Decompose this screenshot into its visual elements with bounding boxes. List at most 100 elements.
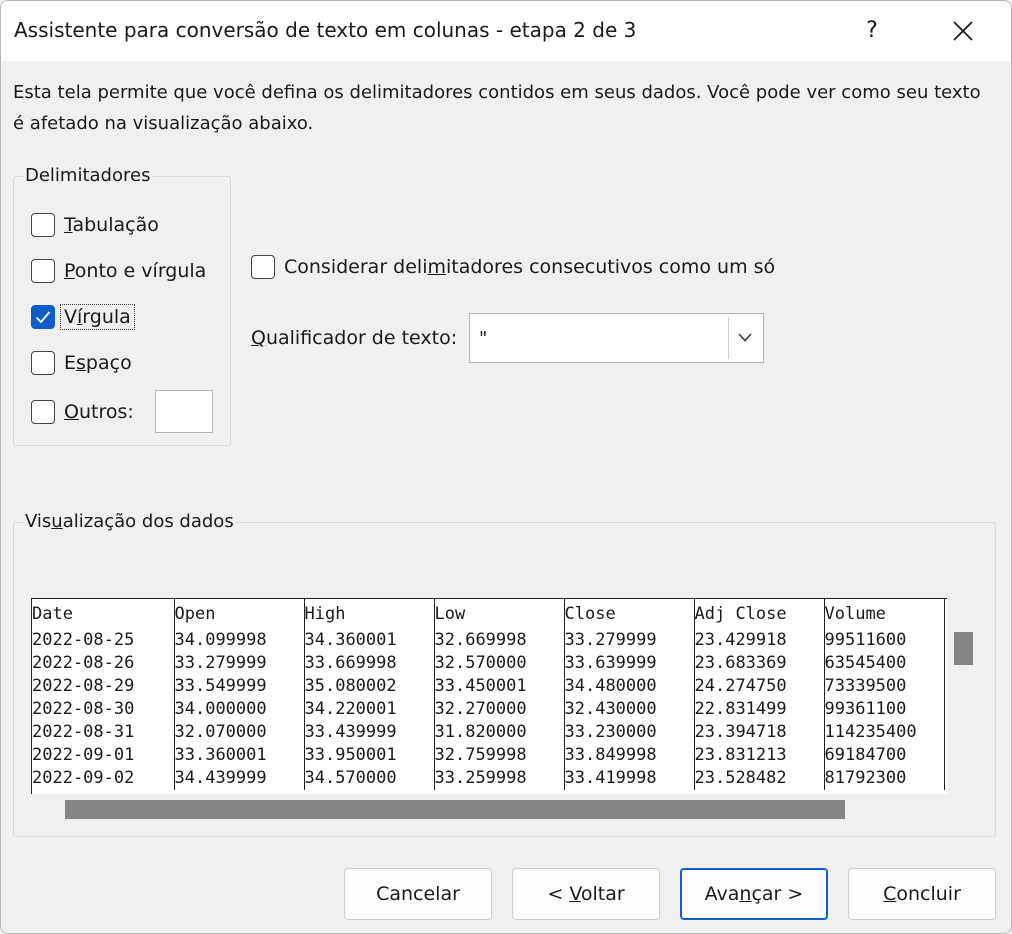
preview-cell[interactable]: 33.360001 bbox=[174, 744, 305, 767]
preview-cell[interactable]: 2022-09-01 bbox=[32, 744, 175, 767]
preview-cell[interactable]: 32.430000 bbox=[564, 698, 695, 721]
preview-cell[interactable]: 2022-08-26 bbox=[32, 652, 175, 675]
preview-cell[interactable]: Close bbox=[564, 599, 695, 629]
preview-cell[interactable]: 33.669998 bbox=[304, 652, 435, 675]
back-button[interactable]: < Voltar bbox=[512, 868, 660, 920]
preview-cell[interactable]: 23.528482 bbox=[694, 767, 825, 790]
preview-cell[interactable]: 33.950001 bbox=[304, 744, 435, 767]
other-label: Outros: bbox=[64, 401, 134, 423]
text-qualifier-value: " bbox=[479, 328, 488, 349]
preview-cell[interactable]: 81792300 bbox=[824, 767, 945, 790]
preview-row: 2022-08-30 34.000000 34.220001 32.270000… bbox=[32, 698, 945, 721]
text-to-columns-dialog: Assistente para conversão de texto em co… bbox=[0, 0, 1012, 934]
preview-row: 2022-09-01 33.360001 33.950001 32.759998… bbox=[32, 744, 945, 767]
preview-cell[interactable]: 33.259998 bbox=[434, 767, 565, 790]
consecutive-checkbox[interactable] bbox=[251, 255, 275, 279]
preview-cell[interactable]: 114235400 bbox=[824, 721, 945, 744]
other-option[interactable]: Outros: bbox=[31, 398, 134, 426]
preview-cell[interactable]: 2022-08-31 bbox=[32, 721, 175, 744]
tab-checkbox[interactable] bbox=[31, 213, 55, 237]
chevron-down-icon bbox=[738, 333, 752, 342]
preview-cell[interactable]: 69184700 bbox=[824, 744, 945, 767]
semicolon-label: Ponto e vírgula bbox=[64, 260, 207, 282]
tab-option[interactable]: Tabulação bbox=[31, 211, 159, 239]
preview-cell[interactable]: 32.570000 bbox=[434, 652, 565, 675]
preview-cell[interactable]: 2022-08-29 bbox=[32, 675, 175, 698]
semicolon-option[interactable]: Ponto e vírgula bbox=[31, 257, 206, 285]
close-icon bbox=[953, 21, 973, 41]
tab-label: Tabulação bbox=[64, 214, 159, 236]
preview-cell[interactable]: 33.279999 bbox=[564, 629, 695, 652]
next-button[interactable]: Avançar > bbox=[680, 868, 828, 920]
preview-cell[interactable]: 99361100 bbox=[824, 698, 945, 721]
preview-cell[interactable]: 23.429918 bbox=[694, 629, 825, 652]
preview-cell[interactable]: 24.274750 bbox=[694, 675, 825, 698]
preview-cell[interactable]: 34.570000 bbox=[304, 767, 435, 790]
preview-cell[interactable]: 33.230000 bbox=[564, 721, 695, 744]
comma-checkbox[interactable] bbox=[31, 305, 55, 329]
dialog-title: Assistente para conversão de texto em co… bbox=[14, 18, 637, 42]
preview-table: Date Open High Low Close Adj Close Volum… bbox=[32, 599, 945, 790]
preview-cell[interactable]: 35.080002 bbox=[304, 675, 435, 698]
text-qualifier-select[interactable]: " bbox=[469, 313, 764, 363]
vertical-scrollbar-thumb[interactable] bbox=[954, 632, 973, 665]
preview-cell[interactable]: 23.683369 bbox=[694, 652, 825, 675]
close-button[interactable] bbox=[941, 11, 985, 51]
consecutive-option[interactable]: Considerar delimitadores consecutivos co… bbox=[251, 253, 775, 281]
preview-cell[interactable]: 32.669998 bbox=[434, 629, 565, 652]
preview-cell[interactable]: 2022-08-25 bbox=[32, 629, 175, 652]
preview-cell[interactable]: 34.220001 bbox=[304, 698, 435, 721]
preview-cell[interactable]: Date bbox=[32, 599, 175, 629]
preview-cell[interactable]: 33.549999 bbox=[174, 675, 305, 698]
text-qualifier-label: Qualificador de texto: bbox=[251, 327, 458, 349]
preview-cell[interactable]: 34.099998 bbox=[174, 629, 305, 652]
consecutive-label: Considerar delimitadores consecutivos co… bbox=[284, 256, 776, 278]
dropdown-button[interactable] bbox=[728, 317, 761, 359]
comma-option[interactable]: Vírgula bbox=[31, 303, 135, 331]
preview-cell[interactable]: Open bbox=[174, 599, 305, 629]
preview-cell[interactable]: Low bbox=[434, 599, 565, 629]
preview-cell[interactable]: 34.360001 bbox=[304, 629, 435, 652]
help-button[interactable]: ? bbox=[852, 11, 892, 51]
preview-cell[interactable]: 23.831213 bbox=[694, 744, 825, 767]
preview-cell[interactable]: 34.439999 bbox=[174, 767, 305, 790]
preview-cell[interactable]: 2022-09-02 bbox=[32, 767, 175, 790]
preview-cell[interactable]: 34.000000 bbox=[174, 698, 305, 721]
preview-cell[interactable]: 33.419998 bbox=[564, 767, 695, 790]
space-checkbox[interactable] bbox=[31, 351, 55, 375]
finish-button[interactable]: Concluir bbox=[848, 868, 996, 920]
data-preview-grid[interactable]: Date Open High Low Close Adj Close Volum… bbox=[31, 598, 947, 794]
cancel-button[interactable]: Cancelar bbox=[344, 868, 492, 920]
preview-cell[interactable]: High bbox=[304, 599, 435, 629]
space-option[interactable]: Espaço bbox=[31, 349, 132, 377]
preview-cell[interactable]: 63545400 bbox=[824, 652, 945, 675]
preview-cell[interactable]: 33.450001 bbox=[434, 675, 565, 698]
preview-cell[interactable]: 32.759998 bbox=[434, 744, 565, 767]
preview-cell[interactable]: 32.270000 bbox=[434, 698, 565, 721]
step-description: Esta tela permite que você defina os del… bbox=[13, 82, 981, 134]
space-label: Espaço bbox=[64, 352, 132, 374]
preview-cell[interactable]: 33.639999 bbox=[564, 652, 695, 675]
checkmark-icon bbox=[35, 311, 51, 324]
preview-cell[interactable]: 99511600 bbox=[824, 629, 945, 652]
semicolon-checkbox[interactable] bbox=[31, 259, 55, 283]
preview-cell[interactable]: 31.820000 bbox=[434, 721, 565, 744]
preview-cell[interactable]: 33.439999 bbox=[304, 721, 435, 744]
preview-row: 2022-08-25 34.099998 34.360001 32.669998… bbox=[32, 629, 945, 652]
preview-header-row: Date Open High Low Close Adj Close Volum… bbox=[32, 599, 945, 629]
preview-cell[interactable]: 32.070000 bbox=[174, 721, 305, 744]
horizontal-scrollbar-thumb[interactable] bbox=[65, 800, 845, 819]
preview-cell[interactable]: 34.480000 bbox=[564, 675, 695, 698]
preview-cell[interactable]: 33.279999 bbox=[174, 652, 305, 675]
other-delimiter-input[interactable] bbox=[155, 390, 213, 433]
title-bar: Assistente para conversão de texto em co… bbox=[1, 1, 1011, 61]
preview-cell[interactable]: 22.831499 bbox=[694, 698, 825, 721]
data-preview-legend: Visualização dos dados bbox=[23, 511, 236, 532]
other-checkbox[interactable] bbox=[31, 400, 55, 424]
preview-cell[interactable]: Volume bbox=[824, 599, 945, 629]
preview-cell[interactable]: 73339500 bbox=[824, 675, 945, 698]
preview-cell[interactable]: 33.849998 bbox=[564, 744, 695, 767]
preview-cell[interactable]: 23.394718 bbox=[694, 721, 825, 744]
preview-cell[interactable]: Adj Close bbox=[694, 599, 825, 629]
preview-cell[interactable]: 2022-08-30 bbox=[32, 698, 175, 721]
